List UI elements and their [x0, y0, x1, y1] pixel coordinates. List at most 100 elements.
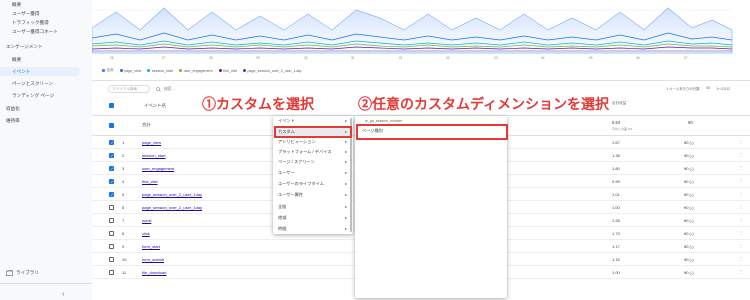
row-value-3: 1.00 [612, 270, 620, 275]
more-icon[interactable]: ⋮ [739, 217, 743, 222]
row-checkbox[interactable] [109, 205, 114, 210]
row-index: 1 [122, 140, 125, 145]
menu-item-event[interactable]: イベント ▸ [273, 116, 353, 126]
menu-item-geo[interactable]: 地域 ▸ [273, 213, 353, 223]
total-checkbox[interactable] [109, 123, 114, 128]
sidebar-item-engagement-overview[interactable]: 概要 [0, 55, 92, 64]
event-name-link[interactable]: click [142, 231, 150, 236]
rows-per-page-select[interactable]: 50 [706, 86, 710, 91]
x-label: 28 [209, 56, 213, 60]
total-label: 合計 [142, 122, 151, 127]
x-label: 02 [446, 56, 450, 60]
total-subtext: 平均との差 0% [612, 127, 633, 131]
menu-item-attribution[interactable]: アトリビューション ▸ [273, 137, 353, 147]
menu-item-platform-device[interactable]: プラットフォーム / デバイス ▸ [273, 147, 353, 157]
row-checkbox[interactable] [109, 231, 114, 236]
legend-item[interactable]: page_session_over_2_user_1day [243, 68, 301, 73]
more-icon[interactable]: ⋮ [739, 230, 743, 235]
row-checkbox[interactable] [109, 153, 114, 158]
chevron-right-icon: ▸ [344, 192, 347, 197]
sidebar-item-retention[interactable]: 維持率 [0, 116, 92, 125]
column-header-metric[interactable]: 合計収益 [612, 101, 626, 106]
sidebar-item-events[interactable]: イベント [0, 67, 80, 76]
rows-per-page-label: 1 ページあたりの行数: [666, 87, 701, 91]
library-label: ライブラリ [16, 270, 39, 275]
event-name-link[interactable]: user_engagement [142, 166, 174, 171]
more-icon[interactable]: ⋮ [739, 191, 743, 196]
chevron-right-icon: ▸ [344, 226, 347, 231]
event-name-link[interactable]: file_download [142, 270, 166, 275]
row-index: 8 [122, 231, 125, 236]
sidebar-item-traffic-acquisition[interactable]: トラフィック獲得 [0, 18, 92, 27]
row-checkbox[interactable] [109, 140, 114, 145]
menu-item-general[interactable]: 全般 ▸ [273, 202, 353, 212]
row-index: 2 [122, 153, 125, 158]
row-checkbox[interactable] [109, 244, 114, 249]
legend-item[interactable]: first_visit [218, 68, 237, 73]
more-icon[interactable]: ⋮ [739, 152, 743, 157]
row-value-3: 1.17 [612, 244, 620, 249]
chart-x-labels: 26 27 28 29 30 31 01 02 03 04 05 06 07 [110, 56, 688, 60]
legend-item[interactable]: user_engagement [179, 68, 213, 73]
event-name-link[interactable]: form_submit [142, 257, 164, 262]
x-label: 29 [256, 56, 260, 60]
row-value-4: ¥0 (-) [684, 231, 694, 236]
divider [92, 80, 750, 81]
legend-item[interactable]: page_view [119, 68, 141, 73]
row-value-3: 1.73 [612, 231, 620, 236]
row-checkbox[interactable] [109, 218, 114, 223]
row-value-4: ¥0 (-) [684, 257, 694, 262]
legend-item[interactable]: 合計 [102, 68, 114, 73]
row-checkbox[interactable] [109, 270, 114, 275]
sidebar-library[interactable]: ライブラリ [6, 270, 39, 276]
event-name-link[interactable]: scroll [142, 218, 151, 223]
event-name-link[interactable]: session_start [142, 153, 166, 158]
more-icon[interactable]: ⋮ [739, 269, 743, 274]
material-search-chip[interactable]: マテリアル検索 [108, 85, 150, 93]
row-checkbox[interactable] [109, 166, 114, 171]
column-header-event-name[interactable]: イベント名 [144, 103, 166, 109]
x-label: 03 [494, 56, 498, 60]
menu-item-user-lifetime[interactable]: ユーザーのライフタイム ▸ [273, 179, 353, 189]
pagination: 1 ページあたりの行数: 50 1～12/12 [666, 86, 730, 91]
menu-item-page-screen[interactable]: ページ / スクリーン ▸ [273, 157, 353, 167]
row-value-3: 0.99 [612, 179, 620, 184]
row-checkbox[interactable] [109, 179, 114, 184]
row-checkbox[interactable] [109, 257, 114, 262]
x-label: 05 [589, 56, 593, 60]
sidebar-item-pages-screens[interactable]: ページとスクリーン [0, 79, 92, 88]
sidebar-item-user-cohort[interactable]: ユーザー獲得コホート [0, 27, 92, 36]
folder-icon [6, 270, 13, 276]
event-name-link[interactable]: first_visit [142, 179, 158, 184]
more-icon[interactable]: ⋮ [739, 165, 743, 170]
search-input[interactable]: 検索... [156, 85, 216, 93]
menu-item-user-attributes[interactable]: ユーザー属性 ▸ [273, 190, 353, 200]
more-icon[interactable]: ⋮ [739, 178, 743, 183]
row-value-4: ¥0 (-) [684, 153, 694, 158]
sidebar-item-monetization[interactable]: 収益化 [0, 104, 92, 113]
row-value-4: ¥0 (-) [684, 244, 694, 249]
legend-item[interactable]: session_start [147, 68, 173, 73]
sidebar-item-user-acquisition[interactable]: ユーザー獲得 [0, 9, 92, 18]
event-name-link[interactable]: page_view [142, 140, 161, 145]
x-label: 27 [162, 56, 166, 60]
highlight-custom [274, 126, 352, 138]
x-label: 01 [399, 56, 403, 60]
row-value-3: 1.01 [612, 192, 620, 197]
sidebar-item-overview[interactable]: 概要 [0, 0, 92, 9]
sidebar-item-engagement[interactable]: エンゲージメント [0, 42, 92, 51]
more-icon[interactable]: ⋮ [739, 256, 743, 261]
menu-item-user[interactable]: ユーザー ▸ [273, 168, 353, 178]
more-icon[interactable]: ⋮ [739, 243, 743, 248]
event-name-link[interactable]: page_session_over_2_user_1day [142, 205, 202, 210]
more-icon[interactable]: ⋮ [739, 204, 743, 209]
chevron-left-icon[interactable]: ‹ [62, 291, 64, 298]
row-checkbox[interactable] [109, 192, 114, 197]
event-name-link[interactable]: page_session_over_2_user_1day [142, 192, 202, 197]
select-all-checkbox[interactable] [109, 103, 114, 108]
menu-item-time[interactable]: 時間 ▸ [273, 224, 353, 234]
sidebar-item-landing-page[interactable]: ランディング ページ [0, 91, 92, 100]
event-name-link[interactable]: form_start [142, 244, 160, 249]
chevron-right-icon: ▸ [344, 159, 347, 164]
more-icon[interactable]: ⋮ [739, 139, 743, 144]
